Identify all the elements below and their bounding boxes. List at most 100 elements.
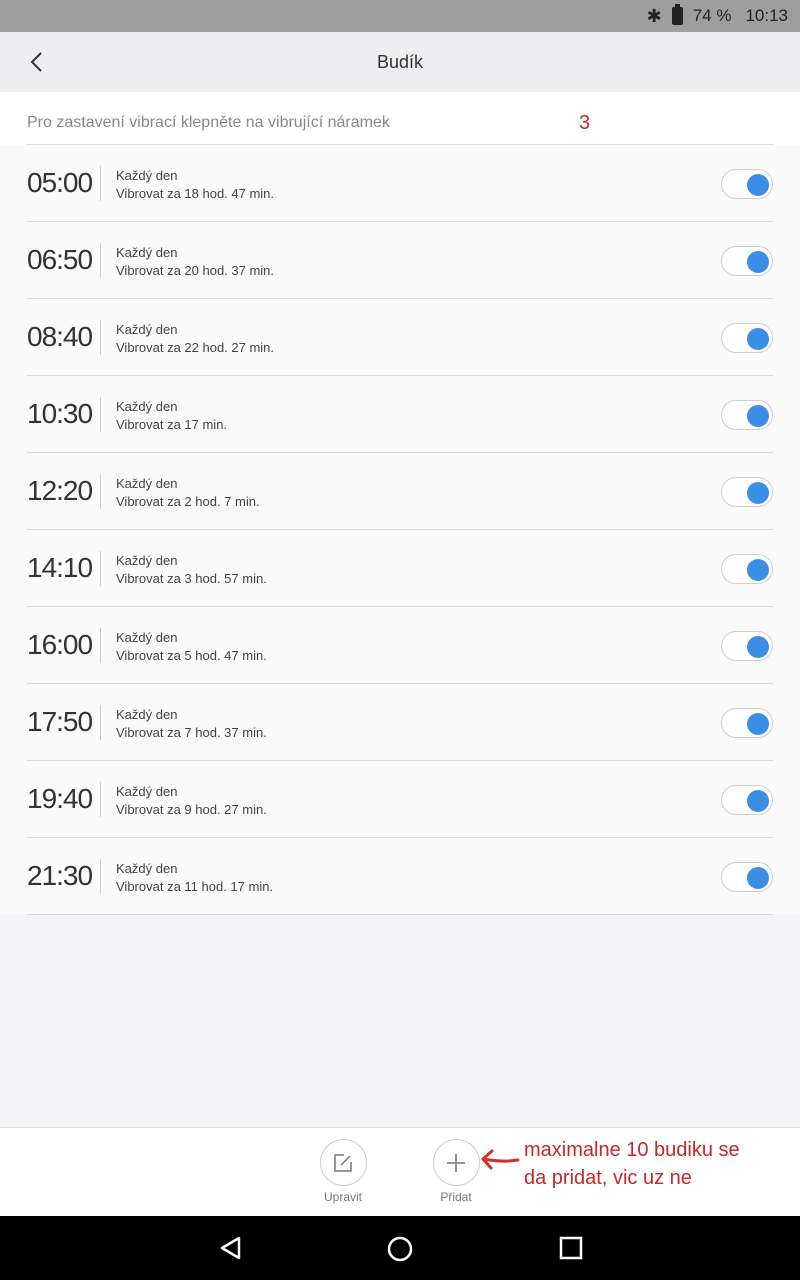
hint-bar: Pro zastavení vibrací klepněte na vibruj…	[0, 92, 800, 145]
divider	[100, 705, 101, 740]
alarm-time: 08:40	[27, 321, 93, 352]
alarm-time: 17:50	[27, 706, 93, 737]
alarm-info: Každý den Vibrovat za 22 hod. 27 min.	[116, 321, 274, 357]
alarm-info: Každý den Vibrovat za 20 hod. 37 min.	[116, 244, 274, 280]
toggle-knob	[747, 251, 769, 273]
battery-icon	[671, 4, 683, 25]
alarm-countdown: Vibrovat za 5 hod. 47 min.	[116, 648, 267, 663]
alarm-info: Každý den Vibrovat za 17 min.	[116, 398, 227, 434]
toggle-knob	[747, 482, 769, 504]
alarm-info: Každý den Vibrovat za 18 hod. 47 min.	[116, 167, 274, 203]
add-label: Přidat	[440, 1190, 472, 1204]
alarm-toggle[interactable]	[721, 785, 773, 815]
alarm-info: Každý den Vibrovat za 7 hod. 37 min.	[116, 706, 267, 742]
alarm-repeat: Každý den	[116, 707, 178, 722]
divider	[100, 397, 101, 432]
bluetooth-icon: ✱	[646, 5, 662, 26]
alarm-countdown: Vibrovat za 3 hod. 57 min.	[116, 571, 267, 586]
alarm-repeat: Každý den	[116, 476, 178, 491]
edit-icon	[319, 1139, 367, 1186]
alarm-time: 14:10	[27, 552, 93, 583]
alarm-toggle[interactable]	[721, 554, 773, 584]
divider	[100, 166, 101, 201]
alarm-repeat: Každý den	[116, 553, 178, 568]
annotation-text: maximalne 10 budiku se da pridat, vic uz…	[524, 1139, 740, 1189]
alarm-row[interactable]: 10:30 Každý den Vibrovat za 17 min.	[27, 376, 773, 453]
alarm-info: Každý den Vibrovat za 3 hod. 57 min.	[116, 552, 267, 588]
alarm-toggle[interactable]	[721, 477, 773, 507]
alarm-repeat: Každý den	[116, 168, 178, 183]
divider	[100, 551, 101, 586]
clock: 10:13	[745, 6, 788, 25]
alarm-toggle[interactable]	[721, 169, 773, 199]
alarm-repeat: Každý den	[116, 245, 178, 260]
toggle-knob	[747, 713, 769, 735]
alarm-toggle[interactable]	[721, 862, 773, 892]
alarm-row[interactable]: 17:50 Každý den Vibrovat za 7 hod. 37 min.	[27, 684, 773, 761]
navigation-bar	[0, 1216, 800, 1280]
alarm-time: 12:20	[27, 475, 93, 506]
alarm-countdown: Vibrovat za 9 hod. 27 min.	[116, 802, 267, 817]
toggle-knob	[747, 790, 769, 812]
back-nav-icon[interactable]	[219, 1236, 243, 1260]
alarm-toggle[interactable]	[721, 708, 773, 738]
arrow-icon	[481, 1149, 520, 1170]
alarm-info: Každý den Vibrovat za 9 hod. 27 min.	[116, 783, 267, 819]
alarm-countdown: Vibrovat za 17 min.	[116, 417, 228, 432]
recents-nav-icon[interactable]	[559, 1236, 583, 1260]
alarm-toggle[interactable]	[721, 631, 773, 661]
alarm-row[interactable]: 08:40 Každý den Vibrovat za 22 hod. 27 min…	[27, 299, 773, 376]
toggle-knob	[747, 405, 769, 427]
alarm-row[interactable]: 19:40 Každý den Vibrovat za 9 hod. 27 min.	[27, 761, 773, 838]
alarm-countdown: Vibrovat za 11 hod. 17 min.	[116, 879, 274, 894]
toggle-knob	[747, 174, 769, 196]
divider	[100, 243, 101, 278]
divider	[100, 628, 101, 663]
home-nav-icon[interactable]	[387, 1236, 413, 1262]
alarm-list: 05:00 Každý den Vibrovat za 18 hod. 47 min…	[0, 145, 800, 915]
alarm-time: 06:50	[27, 244, 93, 275]
chevron-left-icon[interactable]	[26, 50, 50, 74]
alarm-repeat: Každý den	[116, 322, 178, 337]
alarm-toggle[interactable]	[721, 400, 773, 430]
alarm-repeat: Každý den	[116, 861, 178, 876]
toggle-knob	[747, 636, 769, 658]
toggle-knob	[747, 867, 769, 889]
divider	[100, 474, 101, 509]
divider	[100, 320, 101, 355]
alarm-countdown: Vibrovat za 2 hod. 7 min.	[116, 494, 260, 509]
alarm-countdown: Vibrovat za 7 hod. 37 min.	[116, 725, 267, 740]
divider	[100, 782, 101, 817]
alarm-row[interactable]: 06:50 Každý den Vibrovat za 20 hod. 37 min…	[27, 222, 773, 299]
alarm-info: Každý den Vibrovat za 2 hod. 7 min.	[116, 475, 260, 511]
annotation-note: 3	[579, 112, 591, 134]
alarm-countdown: Vibrovat za 18 hod. 47 min.	[116, 186, 275, 201]
alarm-time: 05:00	[27, 167, 93, 198]
divider	[100, 859, 101, 894]
status-bar: ✱ 74 % 10:13	[0, 0, 800, 32]
hint-text: Pro zastavení vibrací klepněte na vibruj…	[27, 114, 390, 131]
alarm-toggle[interactable]	[721, 246, 773, 276]
add-button[interactable]: Přidat	[426, 1139, 486, 1204]
alarm-repeat: Každý den	[116, 630, 178, 645]
alarm-row[interactable]: 16:00 Každý den Vibrovat za 5 hod. 47 min.	[27, 607, 773, 684]
alarm-countdown: Vibrovat za 22 hod. 27 min.	[116, 340, 275, 355]
alarm-row[interactable]: 14:10 Každý den Vibrovat za 3 hod. 57 min.	[27, 530, 773, 607]
toggle-knob	[747, 328, 769, 350]
battery-percentage: 74 %	[692, 6, 732, 25]
plus-icon	[432, 1139, 480, 1186]
page-title: Budík	[376, 51, 424, 72]
alarm-row[interactable]: 21:30 Každý den Vibrovat za 11 hod. 17 min…	[27, 838, 773, 915]
edit-label: Upravit	[323, 1190, 362, 1204]
toggle-knob	[747, 559, 769, 581]
edit-button[interactable]: Upravit	[313, 1139, 373, 1204]
alarm-row[interactable]: 05:00 Každý den Vibrovat za 18 hod. 47 min…	[27, 145, 773, 222]
alarm-row[interactable]: 12:20 Každý den Vibrovat za 2 hod. 7 min.	[27, 453, 773, 530]
alarm-time: 21:30	[27, 860, 93, 891]
alarm-repeat: Každý den	[116, 784, 178, 799]
alarm-countdown: Vibrovat za 20 hod. 37 min.	[116, 263, 275, 278]
alarm-repeat: Každý den	[116, 399, 178, 414]
alarm-toggle[interactable]	[721, 323, 773, 353]
app-bar: Budík	[0, 32, 800, 92]
alarm-info: Každý den Vibrovat za 5 hod. 47 min.	[116, 629, 267, 665]
